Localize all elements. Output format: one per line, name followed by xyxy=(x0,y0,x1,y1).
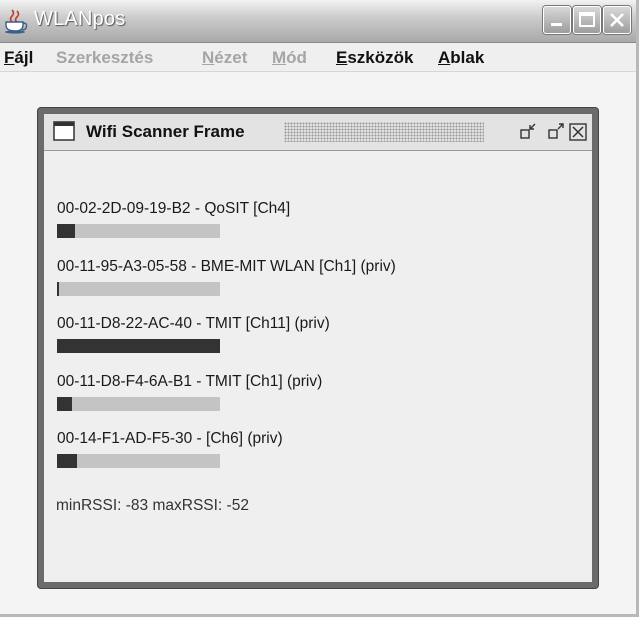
frame-title-bar[interactable]: Wifi Scanner Frame xyxy=(44,114,592,151)
signal-bar-fill xyxy=(57,224,75,238)
wifi-scanner-frame: Wifi Scanner Frame 00-02-2D-09-19-B2 - Q… xyxy=(38,108,598,588)
network-label: 00-11-D8-F4-6A-B1 - TMIT [Ch1] (priv) xyxy=(57,373,323,390)
close-icon[interactable] xyxy=(568,122,588,142)
maximize-icon[interactable] xyxy=(546,122,566,142)
frame-window-icon xyxy=(53,121,75,141)
network-label: 00-02-2D-09-19-B2 - QoSIT [Ch4] xyxy=(57,200,291,217)
minimize-icon xyxy=(551,23,562,26)
maximize-button[interactable] xyxy=(573,6,601,34)
signal-bar xyxy=(57,454,220,468)
menu-mod[interactable]: Mód xyxy=(272,48,307,68)
minimize-button[interactable] xyxy=(543,6,571,34)
scanner-panel: 00-02-2D-09-19-B2 - QoSIT [Ch4] 00-11-95… xyxy=(44,151,592,582)
app-window: WLANpos Fájl Szerkesztés Nézet Mód Eszkö… xyxy=(0,0,639,617)
signal-bar xyxy=(57,339,220,353)
menu-fajl[interactable]: Fájl xyxy=(4,48,33,68)
network-label: 00-11-D8-22-AC-40 - TMIT [Ch11] (priv) xyxy=(57,315,330,332)
signal-bar xyxy=(57,397,220,411)
signal-bar-fill xyxy=(57,454,77,468)
title-grip xyxy=(284,122,484,142)
rssi-summary: minRSSI: -83 maxRSSI: -52 xyxy=(56,497,249,514)
signal-bar xyxy=(57,224,220,238)
close-button[interactable] xyxy=(603,6,631,34)
coffee-cup-icon xyxy=(5,9,28,34)
menu-ablak[interactable]: Ablak xyxy=(438,48,484,68)
menu-bar: Fájl Szerkesztés Nézet Mód Eszközök Abla… xyxy=(0,43,636,72)
close-icon xyxy=(610,13,624,27)
menu-nezet[interactable]: Nézet xyxy=(202,48,247,68)
signal-bar-fill xyxy=(57,397,72,411)
network-label: 00-11-95-A3-05-58 - BME-MIT WLAN [Ch1] (… xyxy=(57,258,396,275)
maximize-icon xyxy=(579,12,595,27)
menu-szerkesztes[interactable]: Szerkesztés xyxy=(56,48,153,68)
title-bar[interactable]: WLANpos xyxy=(0,0,636,43)
network-label: 00-14-F1-AD-F5-30 - [Ch6] (priv) xyxy=(57,430,283,447)
signal-bar-fill xyxy=(57,282,59,296)
menu-eszkozok[interactable]: Eszközök xyxy=(336,48,413,68)
signal-bar xyxy=(57,282,220,296)
iconify-icon[interactable] xyxy=(518,122,538,142)
frame-title: Wifi Scanner Frame xyxy=(86,122,245,141)
signal-bar-fill xyxy=(57,339,220,353)
window-title: WLANpos xyxy=(34,8,126,30)
